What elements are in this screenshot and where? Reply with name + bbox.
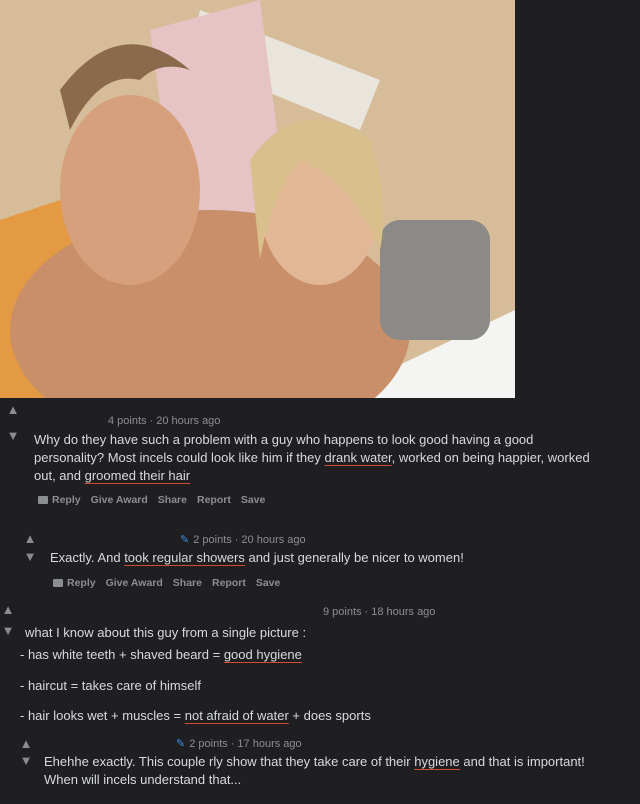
post-image[interactable]	[0, 0, 515, 398]
pen-icon: ✎	[176, 738, 186, 750]
comment-meta: ✎ 2 points · 17 hours ago	[176, 737, 302, 750]
text-segment: groomed their hair	[84, 468, 191, 483]
report-button[interactable]: Report	[197, 494, 231, 506]
timestamp: 18 hours ago	[371, 606, 436, 618]
up-arrow-icon[interactable]: ▲	[0, 601, 16, 619]
text-segment: took regular showers	[124, 550, 245, 565]
comment-meta: 4 points · 20 hours ago	[108, 415, 220, 427]
comment-line: - has white teeth + shaved beard = good …	[20, 646, 302, 664]
text-segment: , worked on being happier, worked	[391, 450, 590, 465]
share-button[interactable]: Share	[173, 577, 202, 589]
comment-meta: 9 points · 18 hours ago	[323, 606, 435, 618]
text-segment: good hygiene	[223, 647, 302, 662]
text-segment: and just generally be nicer to women!	[244, 550, 464, 565]
separator: ·	[149, 415, 154, 427]
timestamp: 20 hours ago	[156, 415, 221, 427]
timestamp: 20 hours ago	[241, 534, 306, 546]
dark-margin	[515, 0, 640, 398]
points: 2 points	[193, 534, 232, 546]
report-button[interactable]: Report	[212, 577, 246, 589]
text-segment: When will incels understand that...	[44, 772, 242, 787]
save-button[interactable]: Save	[256, 577, 281, 589]
up-arrow-icon[interactable]: ▲	[22, 530, 38, 548]
down-arrow-icon[interactable]: ▼	[22, 548, 38, 566]
text-segment: personality? Most incels could look like…	[34, 450, 325, 465]
comment-bubble-icon	[53, 579, 63, 587]
comment-line: what I know about this guy from a single…	[25, 625, 307, 640]
text-segment: Ehehhe exactly. This couple rly show tha…	[44, 754, 415, 769]
comment-line: - haircut = takes care of himself	[20, 678, 201, 693]
down-arrow-icon[interactable]: ▼	[18, 752, 34, 770]
text-segment: and that is important!	[459, 754, 585, 769]
points: 4 points	[108, 415, 147, 427]
text-segment: not afraid of water	[184, 708, 289, 723]
text-segment: + does sports	[288, 708, 371, 723]
up-arrow-icon[interactable]: ▲	[18, 735, 34, 753]
timestamp: 17 hours ago	[237, 738, 302, 750]
text-segment: - has white teeth + shaved beard =	[20, 647, 224, 662]
give-award-button[interactable]: Give Award	[106, 577, 163, 589]
give-award-button[interactable]: Give Award	[91, 494, 148, 506]
separator: ·	[234, 534, 239, 546]
pen-icon: ✎	[180, 534, 190, 546]
comment-actions: Reply Give Award Share Report Save	[53, 577, 280, 589]
save-button[interactable]: Save	[241, 494, 266, 506]
comment-line: - hair looks wet + muscles = not afraid …	[20, 707, 371, 725]
up-arrow-icon[interactable]: ▲	[5, 401, 21, 419]
reply-button[interactable]: Reply	[38, 494, 81, 506]
reply-label: Reply	[67, 577, 96, 589]
reply-button[interactable]: Reply	[53, 577, 96, 589]
text-segment: drank water	[324, 450, 392, 465]
comment-body: Ehehhe exactly. This couple rly show tha…	[44, 753, 634, 789]
text-segment: Exactly. And	[50, 550, 125, 565]
text-segment: - hair looks wet + muscles =	[20, 708, 185, 723]
comment-body: Why do they have such a problem with a g…	[34, 431, 624, 485]
separator: ·	[230, 738, 235, 750]
points: 2 points	[189, 738, 228, 750]
text-segment: Why do they have such a problem with a g…	[34, 432, 534, 447]
comment-actions: Reply Give Award Share Report Save	[38, 494, 265, 506]
separator: ·	[364, 606, 369, 618]
down-arrow-icon[interactable]: ▼	[0, 622, 16, 640]
reply-label: Reply	[52, 494, 81, 506]
couple-photo	[0, 0, 515, 398]
text-segment: hygiene	[414, 754, 460, 769]
comment-meta: ✎ 2 points · 20 hours ago	[180, 533, 306, 546]
text-segment: out, and	[34, 468, 85, 483]
down-arrow-icon[interactable]: ▼	[5, 427, 21, 445]
comment-bubble-icon	[38, 496, 48, 504]
comment-body: Exactly. And took regular showers and ju…	[50, 549, 610, 567]
points: 9 points	[323, 606, 362, 618]
share-button[interactable]: Share	[158, 494, 187, 506]
